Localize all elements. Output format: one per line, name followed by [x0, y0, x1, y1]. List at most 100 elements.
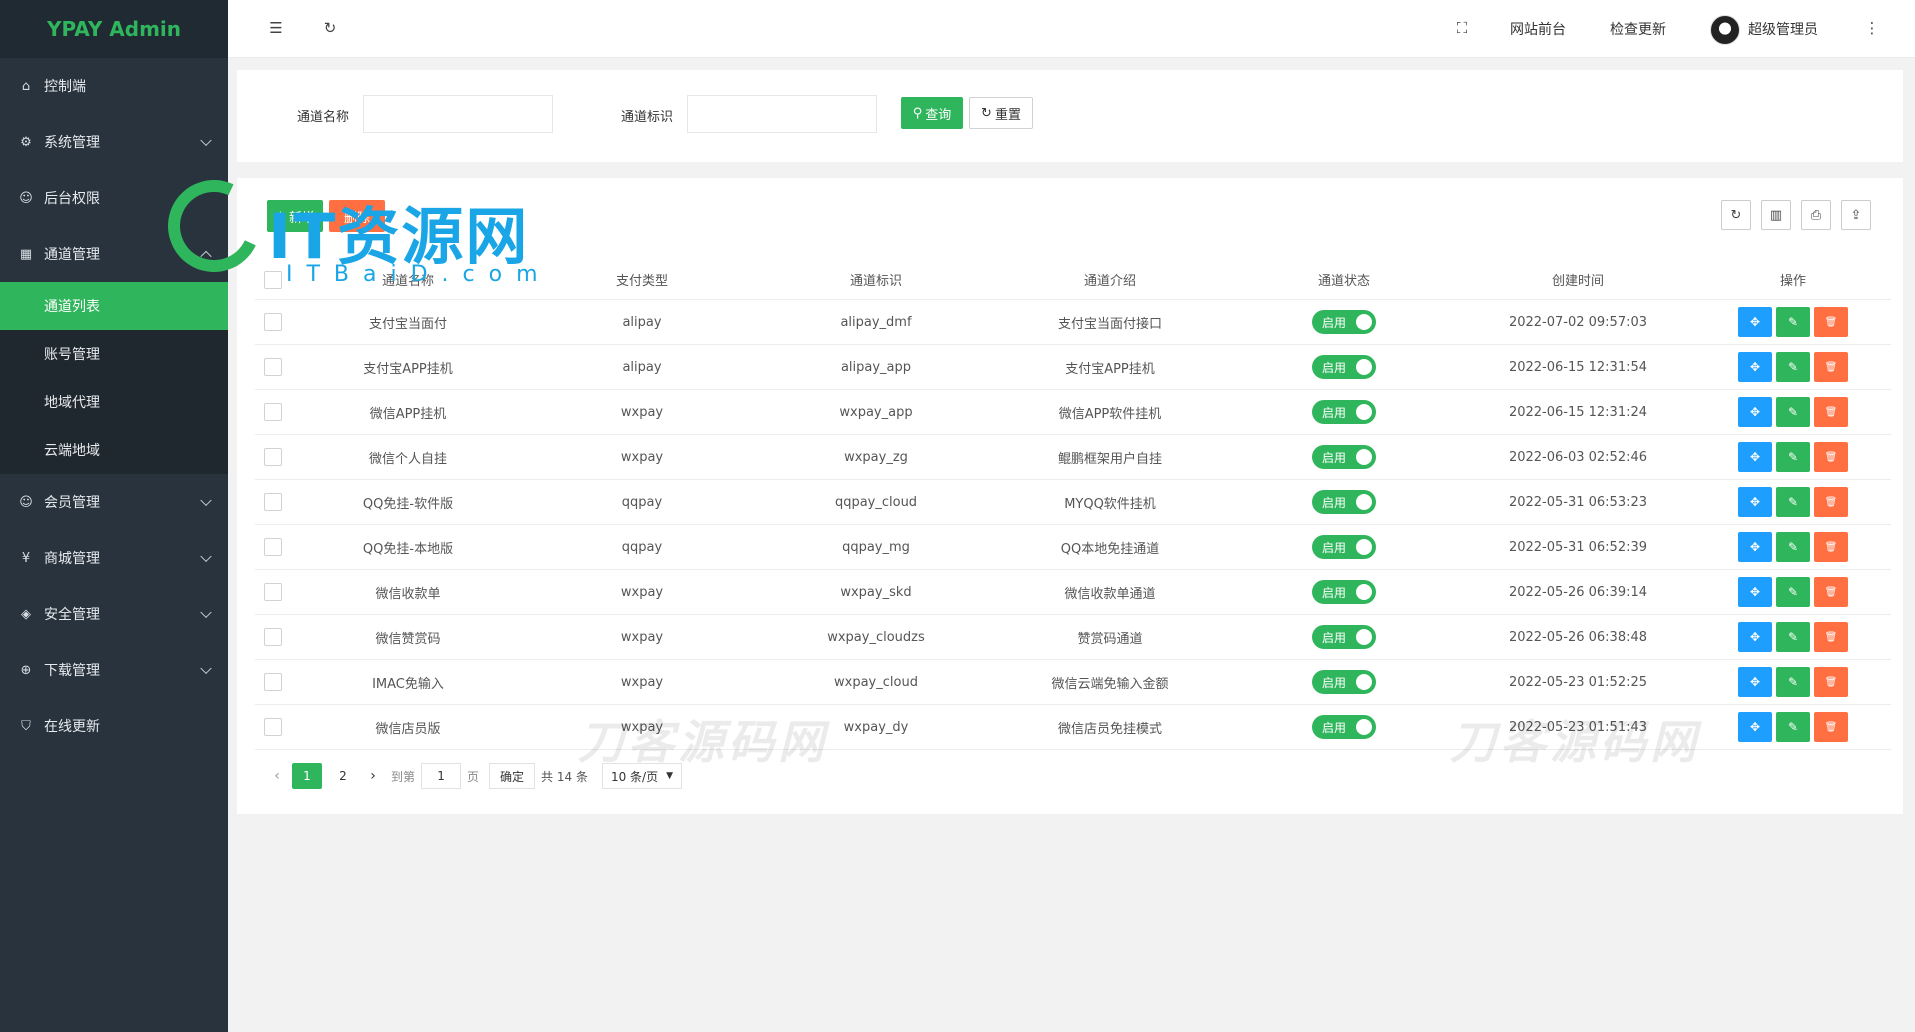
row-checkbox[interactable]	[264, 673, 282, 691]
row-checkbox[interactable]	[264, 583, 282, 601]
edit-button[interactable]: ✎	[1776, 532, 1810, 562]
delete-row-button[interactable]: 🗑	[1814, 397, 1848, 427]
delete-row-button[interactable]: 🗑	[1814, 442, 1848, 472]
row-checkbox[interactable]	[264, 718, 282, 736]
column-header[interactable]: 支付类型	[525, 260, 759, 299]
query-button[interactable]: ⚲ 查询	[901, 97, 963, 129]
move-button[interactable]: ✥	[1738, 712, 1772, 742]
delete-row-button[interactable]: 🗑	[1814, 712, 1848, 742]
status-toggle-label: 启用	[1322, 720, 1347, 735]
row-checkbox[interactable]	[264, 448, 282, 466]
delete-row-button[interactable]: 🗑	[1814, 577, 1848, 607]
sidebar-item-console[interactable]: ⌂ 控制端	[0, 58, 228, 114]
status-toggle[interactable]: 启用	[1312, 400, 1376, 424]
status-cell: 启用	[1227, 480, 1461, 524]
delete-button[interactable]: 删除	[329, 200, 385, 232]
sidebar-item-channels[interactable]: ▦ 通道管理	[0, 226, 228, 282]
status-toggle[interactable]: 启用	[1312, 670, 1376, 694]
delete-row-button[interactable]: 🗑	[1814, 622, 1848, 652]
goto-page-input[interactable]: 1	[421, 763, 462, 789]
edit-button[interactable]: ✎	[1776, 307, 1810, 337]
check-update-link[interactable]: 检查更新	[1610, 19, 1666, 39]
move-button[interactable]: ✥	[1738, 622, 1772, 652]
goto-confirm-button[interactable]: 确定	[489, 763, 536, 789]
sidebar-subitem-cloud-region[interactable]: 云端地域	[0, 426, 228, 474]
column-filter-button[interactable]: ▥	[1761, 200, 1791, 230]
more-vertical-icon[interactable]: ⋮	[1862, 18, 1882, 38]
edit-button[interactable]: ✎	[1776, 442, 1810, 472]
sidebar-item-security[interactable]: ◈ 安全管理	[0, 586, 228, 642]
channel-code-input[interactable]	[687, 95, 877, 133]
move-button[interactable]: ✥	[1738, 667, 1772, 697]
edit-button[interactable]: ✎	[1776, 577, 1810, 607]
sidebar-item-permissions[interactable]: ☺ 后台权限	[0, 170, 228, 226]
delete-row-button[interactable]: 🗑	[1814, 352, 1848, 382]
row-checkbox[interactable]	[264, 313, 282, 331]
status-toggle[interactable]: 启用	[1312, 535, 1376, 559]
site-frontend-link[interactable]: 网站前台	[1510, 19, 1566, 39]
export-button[interactable]: ⇪	[1841, 200, 1871, 230]
delete-row-button[interactable]: 🗑	[1814, 307, 1848, 337]
row-checkbox[interactable]	[264, 628, 282, 646]
row-checkbox[interactable]	[264, 358, 282, 376]
page-size-select[interactable]: 10 条/页 ▼	[601, 763, 683, 789]
status-toggle[interactable]: 启用	[1312, 625, 1376, 649]
fullscreen-icon[interactable]: ⛶	[1452, 18, 1472, 38]
channel-name-input[interactable]	[363, 95, 553, 133]
page-2-button[interactable]: 2	[328, 763, 358, 789]
row-checkbox[interactable]	[264, 493, 282, 511]
sidebar-item-update[interactable]: ⛉ 在线更新	[0, 698, 228, 754]
status-toggle[interactable]: 启用	[1312, 490, 1376, 514]
edit-button[interactable]: ✎	[1776, 487, 1810, 517]
page-1-button[interactable]: 1	[292, 763, 322, 789]
menu-toggle-icon[interactable]: ☰	[266, 18, 286, 38]
sidebar-item-downloads[interactable]: ⊕ 下载管理	[0, 642, 228, 698]
print-button[interactable]: ⎙	[1801, 200, 1831, 230]
status-toggle[interactable]: 启用	[1312, 445, 1376, 469]
avatar[interactable]	[1710, 15, 1740, 45]
status-toggle[interactable]: 启用	[1312, 580, 1376, 604]
sidebar-subitem-accounts[interactable]: 账号管理	[0, 330, 228, 378]
move-button[interactable]: ✥	[1738, 442, 1772, 472]
delete-row-button[interactable]: 🗑	[1814, 667, 1848, 697]
move-button[interactable]: ✥	[1738, 532, 1772, 562]
delete-row-button[interactable]: 🗑	[1814, 487, 1848, 517]
table-row: QQ免挂-软件版 qqpay qqpay_cloud MYQQ软件挂机 启用 2022-0…	[255, 480, 1891, 525]
next-page-icon[interactable]: ›	[361, 764, 385, 788]
edit-button[interactable]: ✎	[1776, 352, 1810, 382]
column-header[interactable]: 通道介绍	[993, 260, 1227, 299]
refresh-icon[interactable]: ↻	[320, 18, 340, 38]
edit-button[interactable]: ✎	[1776, 712, 1810, 742]
move-button[interactable]: ✥	[1738, 487, 1772, 517]
delete-row-button[interactable]: 🗑	[1814, 532, 1848, 562]
reset-button[interactable]: ↻ 重置	[969, 97, 1033, 129]
add-button[interactable]: + 新增	[267, 200, 323, 232]
sidebar-item-members[interactable]: ☺ 会员管理	[0, 474, 228, 530]
edit-button[interactable]: ✎	[1776, 622, 1810, 652]
edit-button[interactable]: ✎	[1776, 397, 1810, 427]
status-toggle[interactable]: 启用	[1312, 355, 1376, 379]
table-refresh-button[interactable]: ↻	[1721, 200, 1751, 230]
sidebar-subitem-channel-list[interactable]: 通道列表	[0, 282, 228, 330]
sidebar-item-system[interactable]: ⚙ 系统管理	[0, 114, 228, 170]
row-checkbox[interactable]	[264, 538, 282, 556]
table-row: IMAC免输入 wxpay wxpay_cloud 微信云端免输入金额 启用 2022-0…	[255, 660, 1891, 705]
column-header[interactable]: 通道状态	[1227, 260, 1461, 299]
column-header[interactable]: 通道名称	[291, 260, 525, 299]
column-header[interactable]: 通道标识	[759, 260, 993, 299]
status-toggle[interactable]: 启用	[1312, 310, 1376, 334]
select-all-checkbox[interactable]	[264, 270, 282, 289]
row-checkbox[interactable]	[264, 403, 282, 421]
move-button[interactable]: ✥	[1738, 577, 1772, 607]
sidebar-item-shop[interactable]: ¥ 商城管理	[0, 530, 228, 586]
column-header[interactable]: 创建时间	[1461, 260, 1695, 299]
user-name[interactable]: 超级管理员	[1748, 19, 1818, 39]
status-toggle[interactable]: 启用	[1312, 715, 1376, 739]
move-button[interactable]: ✥	[1738, 397, 1772, 427]
sidebar-subitem-region-agent[interactable]: 地域代理	[0, 378, 228, 426]
move-icon: ✥	[1749, 450, 1761, 464]
move-button[interactable]: ✥	[1738, 307, 1772, 337]
prev-page-icon[interactable]: ‹	[265, 764, 289, 788]
move-button[interactable]: ✥	[1738, 352, 1772, 382]
edit-button[interactable]: ✎	[1776, 667, 1810, 697]
